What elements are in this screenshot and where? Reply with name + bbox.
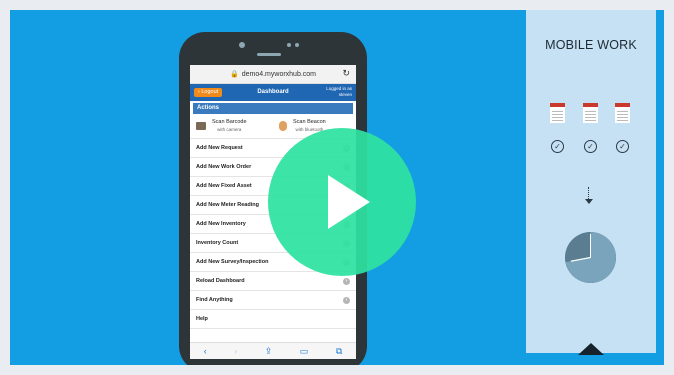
browser-toolbar: ‹ › ⇪ ▭ ⧉ — [190, 342, 356, 359]
phone-sensors — [179, 42, 367, 56]
play-icon — [328, 175, 370, 229]
menu-item-label: Find Anything — [196, 297, 233, 303]
play-button[interactable] — [268, 128, 416, 276]
browser-url-bar[interactable]: 🔒 demo4.myworxhub.com ↻ — [190, 65, 356, 84]
menu-item[interactable]: Find Anything › — [190, 291, 356, 310]
chevron-up-icon[interactable] — [578, 343, 604, 355]
book-icon[interactable]: ▭ — [300, 346, 309, 357]
check-circle-icon: ✓ — [584, 140, 597, 153]
url-text: demo4.myworxhub.com — [241, 70, 317, 78]
menu-item-label: Reload Dashboard — [196, 278, 245, 284]
sensor-dot — [295, 43, 299, 47]
menu-item-label: Add New Inventory — [196, 221, 246, 227]
tabs-icon[interactable]: ⧉ — [336, 346, 342, 357]
barcode-icon — [196, 122, 206, 130]
forward-icon[interactable]: › — [234, 346, 237, 356]
beacon-icon — [279, 121, 287, 131]
reload-icon[interactable]: ↻ — [342, 68, 350, 79]
document-icon — [583, 103, 598, 123]
menu-item-label: Add New Meter Reading — [196, 202, 259, 208]
check-circle-icon: ✓ — [616, 140, 629, 153]
scan-barcode-subtitle: with camera — [217, 127, 242, 132]
document-icon — [615, 103, 630, 123]
chevron-right-icon: › — [343, 296, 350, 304]
lock-icon: 🔒 — [229, 71, 239, 78]
menu-item[interactable]: Help — [190, 310, 356, 329]
scan-barcode-button[interactable]: Scan Barcode with camera — [190, 114, 273, 138]
actions-header: Actions — [193, 103, 353, 114]
down-arrow-head — [585, 199, 593, 204]
camera-dot — [239, 42, 245, 48]
scan-barcode-text: Scan Barcode with camera — [212, 119, 247, 133]
check-circle-icon: ✓ — [551, 140, 564, 153]
panel-title: MOBILE WORK — [545, 38, 637, 52]
document-icon — [550, 103, 565, 123]
share-icon[interactable]: ⇪ — [265, 346, 273, 357]
mobile-work-panel: MOBILE WORK ✓ ✓ ✓ — [526, 10, 656, 355]
back-icon[interactable]: ‹ — [204, 346, 207, 356]
scan-beacon-title: Scan Beacon — [293, 119, 326, 125]
username: steven — [338, 92, 352, 97]
chevron-right-icon: › — [343, 277, 350, 285]
scan-barcode-title: Scan Barcode — [212, 119, 247, 125]
sensor-dot — [287, 43, 291, 47]
menu-item-label: Add New Fixed Asset — [196, 183, 252, 189]
speaker-icon — [257, 53, 281, 56]
menu-item-label: Add New Work Order — [196, 164, 252, 170]
app-header: ‹ Logout Dashboard Logged in as steven — [190, 84, 356, 101]
video-frame: 🔒 demo4.myworxhub.com ↻ ‹ Logout Dashboa… — [10, 10, 664, 365]
user-info: Logged in as steven — [326, 86, 352, 98]
menu-item-label: Inventory Count — [196, 240, 239, 246]
clock-icon — [565, 232, 616, 283]
menu-item-label: Add New Survey/Inspection — [196, 259, 269, 265]
menu-item-label: Help — [196, 316, 208, 322]
menu-item-label: Add New Request — [196, 145, 243, 151]
